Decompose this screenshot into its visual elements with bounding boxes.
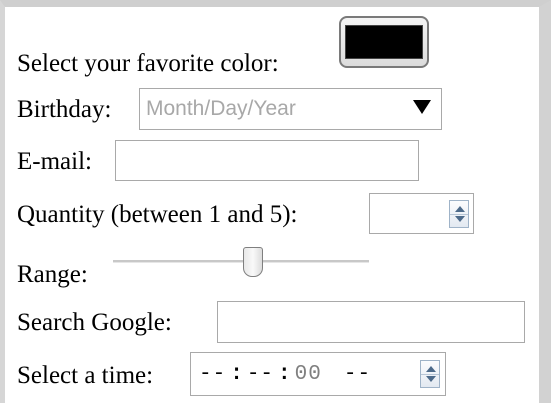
birthday-row: Birthday: (17, 89, 111, 129)
time-period[interactable]: -- (344, 363, 371, 386)
spin-down-icon[interactable] (426, 376, 436, 382)
time-label: Select a time: (17, 361, 154, 389)
quantity-row: Quantity (between 1 and 5): (17, 194, 297, 234)
birthday-label: Birthday: (17, 95, 112, 123)
color-label: Select your favorite color: (17, 49, 279, 77)
search-label: Search Google: (17, 308, 172, 336)
time-spin-buttons[interactable] (420, 360, 440, 388)
color-swatch (345, 25, 423, 59)
birthday-date-select[interactable]: Month/Day/Year (139, 88, 442, 130)
email-row: E-mail: (17, 141, 92, 181)
time-row: Select a time: (17, 355, 153, 395)
quantity-spin-buttons[interactable] (449, 200, 469, 228)
time-minutes[interactable]: -- (247, 363, 274, 386)
spin-divider (450, 214, 468, 215)
quantity-stepper[interactable] (369, 193, 474, 234)
range-slider-track[interactable] (113, 260, 369, 263)
spin-up-icon[interactable] (426, 366, 436, 372)
birthday-placeholder: Month/Day/Year (146, 97, 296, 120)
color-picker-button[interactable] (339, 16, 429, 68)
time-seconds[interactable]: 00 (295, 363, 322, 386)
range-slider-thumb[interactable] (242, 247, 263, 277)
quantity-label: Quantity (between 1 and 5): (17, 200, 298, 228)
search-input[interactable] (217, 301, 525, 343)
email-label: E-mail: (17, 147, 92, 175)
spin-divider (421, 374, 439, 375)
email-field[interactable] (115, 140, 419, 181)
time-input[interactable]: -- : -- : 00 -- (190, 352, 446, 396)
range-label: Range: (17, 260, 88, 288)
spin-up-icon[interactable] (455, 206, 465, 212)
time-separator: : (278, 362, 291, 386)
color-row: Select your favorite color: (17, 43, 279, 83)
spin-down-icon[interactable] (455, 216, 465, 222)
search-row: Search Google: (17, 302, 172, 342)
time-hours[interactable]: -- (199, 363, 226, 386)
range-row: Range: (17, 254, 88, 294)
dropdown-arrow-icon[interactable] (413, 100, 431, 114)
time-separator: : (230, 362, 243, 386)
